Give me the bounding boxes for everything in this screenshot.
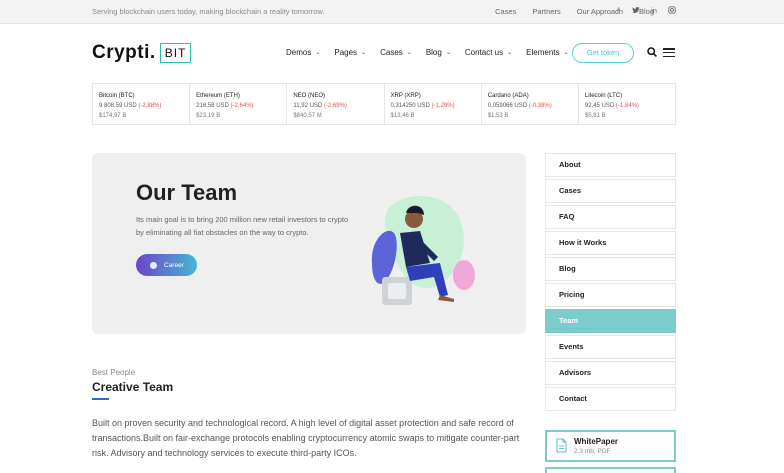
- nav-contact-us[interactable]: Contact us ⌄: [465, 48, 512, 57]
- nav-blog[interactable]: Blog ⌄: [426, 48, 451, 57]
- sidebar-item-contact[interactable]: Contact: [545, 387, 676, 411]
- section-subtitle: Best People: [92, 368, 136, 377]
- sidebar-item-how-it-works[interactable]: How it Works: [545, 231, 676, 255]
- document-icon: [556, 438, 567, 453]
- coin-name: XRP (XRP): [390, 93, 421, 99]
- coin-cap: $174,97 B: [99, 113, 127, 119]
- document-meta: 2.3 mb, PDF: [574, 448, 611, 455]
- chevron-down-icon: ⌄: [445, 50, 451, 56]
- coin-price: 92,45 USD: [584, 103, 615, 109]
- hero-text: Its main goal is to bring 200 million ne…: [136, 215, 349, 237]
- logo[interactable]: Crypti. BIT: [92, 42, 192, 64]
- chevron-down-icon: ⌄: [406, 50, 412, 56]
- title-underline: [92, 398, 109, 400]
- coin-change: (-2,64%): [230, 103, 254, 109]
- nav-demos[interactable]: Demos ⌄: [286, 48, 320, 57]
- sidebar-item-pricing[interactable]: Pricing: [545, 283, 676, 307]
- ticker-item[interactable]: Cardano (ADA) 0,059066 USD (-0,38%) $1,5…: [482, 84, 579, 124]
- coin-name: Litecoin (LTC): [584, 93, 623, 99]
- nav-label: Demos: [286, 48, 312, 57]
- sidebar-item-advisors[interactable]: Advisors: [545, 361, 676, 385]
- coin-name: NEO (NEO): [293, 93, 326, 99]
- coin-change: (-1,29%): [431, 103, 455, 109]
- logo-badge: BIT: [159, 43, 192, 63]
- top-link-partners[interactable]: Partners: [532, 7, 560, 16]
- ticker-item[interactable]: Bitcoin (BTC) 9 808,59 USD (-2,88%) $174…: [93, 84, 191, 124]
- coin-change: (-2,88%): [138, 103, 162, 109]
- social-links: f in: [614, 6, 676, 16]
- next-document-card[interactable]: [545, 467, 676, 473]
- coin-name: Cardano (ADA): [487, 93, 529, 99]
- ticker-item[interactable]: XRP (XRP) 0,314250 USD (-1,29%) $13,46 B: [385, 84, 482, 124]
- coin-price: 9 808,59 USD: [99, 103, 137, 109]
- coin-price: 11,92 USD: [293, 103, 323, 109]
- nav-label: Pages: [334, 48, 358, 57]
- nav-label: Contact us: [464, 48, 504, 57]
- sidebar-item-events[interactable]: Events: [545, 335, 676, 359]
- document-title: WhitePaper: [574, 437, 619, 446]
- twitter-icon[interactable]: [632, 6, 640, 16]
- hero-banner: Our Team Its main goal is to bring 200 m…: [92, 153, 526, 334]
- career-button[interactable]: Career: [136, 254, 197, 276]
- coin-change: (-2,69%): [323, 103, 347, 109]
- ticker-item[interactable]: Litecoin (LTC) 92,45 USD (-1,84%) $5,81 …: [579, 84, 675, 124]
- nav-cases[interactable]: Cases ⌄: [380, 48, 412, 57]
- coin-cap: $5,81 B: [584, 113, 606, 119]
- career-label: Career: [164, 261, 184, 269]
- top-link-cases[interactable]: Cases: [495, 7, 516, 16]
- coin-cap: $840,57 M: [293, 113, 322, 119]
- coin-cap: $13,46 B: [390, 113, 415, 119]
- whitepaper-download[interactable]: WhitePaper 2.3 mb, PDF: [545, 430, 676, 462]
- sidebar-menu: About Cases FAQ How it Works Blog Pricin…: [545, 153, 676, 413]
- hamburger-menu-icon[interactable]: [663, 48, 675, 58]
- crypto-ticker: Bitcoin (BTC) 9 808,59 USD (-2,88%) $174…: [92, 83, 676, 125]
- logo-wordmark: Crypti.: [92, 42, 156, 63]
- coin-change: (-1,84%): [615, 103, 639, 109]
- coin-name: Bitcoin (BTC): [99, 93, 135, 99]
- chevron-down-icon: ⌄: [507, 50, 513, 56]
- tagline: Serving blockchain users today, making b…: [92, 7, 325, 16]
- nav-label: Elements: [526, 48, 560, 57]
- team-illustration: [371, 195, 475, 305]
- facebook-icon[interactable]: f: [614, 6, 622, 16]
- coin-cap: $1,53 B: [487, 113, 509, 119]
- chevron-down-icon: ⌄: [563, 50, 569, 56]
- coin-price: 0,059066 USD: [487, 103, 528, 109]
- main-nav: Demos ⌄ Pages ⌄ Cases ⌄ Blog ⌄ Contact us ⌄ E…: [286, 48, 569, 57]
- linkedin-icon[interactable]: in: [650, 6, 658, 16]
- top-bar: Serving blockchain users today, making b…: [0, 0, 784, 24]
- instagram-icon[interactable]: [668, 6, 676, 16]
- sidebar-item-team[interactable]: Team: [545, 309, 676, 333]
- section-body: Built on proven security and technologic…: [92, 418, 520, 458]
- coin-name: Ethereum (ETH): [196, 93, 240, 99]
- ticker-item[interactable]: Ethereum (ETH) 216,58 USD (-2,64%) $23,1…: [190, 84, 288, 124]
- coin-price: 0,314250 USD: [390, 103, 430, 109]
- sidebar-item-faq[interactable]: FAQ: [545, 205, 676, 229]
- get-token-button[interactable]: Get token: [572, 43, 634, 63]
- coin-cap: $23,19 B: [196, 113, 221, 119]
- search-icon[interactable]: [647, 47, 657, 57]
- user-icon: [150, 261, 157, 269]
- page: Crypti. BIT Demos ⌄ Pages ⌄ Cases ⌄ Blog ⌄ C…: [0, 24, 784, 473]
- nav-pages[interactable]: Pages ⌄: [334, 48, 366, 57]
- sidebar-item-blog[interactable]: Blog: [545, 257, 676, 281]
- nav-label: Cases: [380, 48, 403, 57]
- nav-label: Blog: [425, 48, 442, 57]
- chevron-down-icon: ⌄: [361, 50, 367, 56]
- sidebar-item-about[interactable]: About: [545, 153, 676, 177]
- sidebar-item-cases[interactable]: Cases: [545, 179, 676, 203]
- ticker-item[interactable]: NEO (NEO) 11,92 USD (-2,69%) $840,57 M: [287, 84, 385, 124]
- section-title: Creative Team: [92, 380, 174, 394]
- coin-price: 216,58 USD: [196, 103, 229, 109]
- coin-change: (-0,38%): [528, 103, 552, 109]
- chevron-down-icon: ⌄: [315, 50, 321, 56]
- nav-elements[interactable]: Elements ⌄: [526, 48, 568, 57]
- page-title: Our Team: [136, 180, 238, 205]
